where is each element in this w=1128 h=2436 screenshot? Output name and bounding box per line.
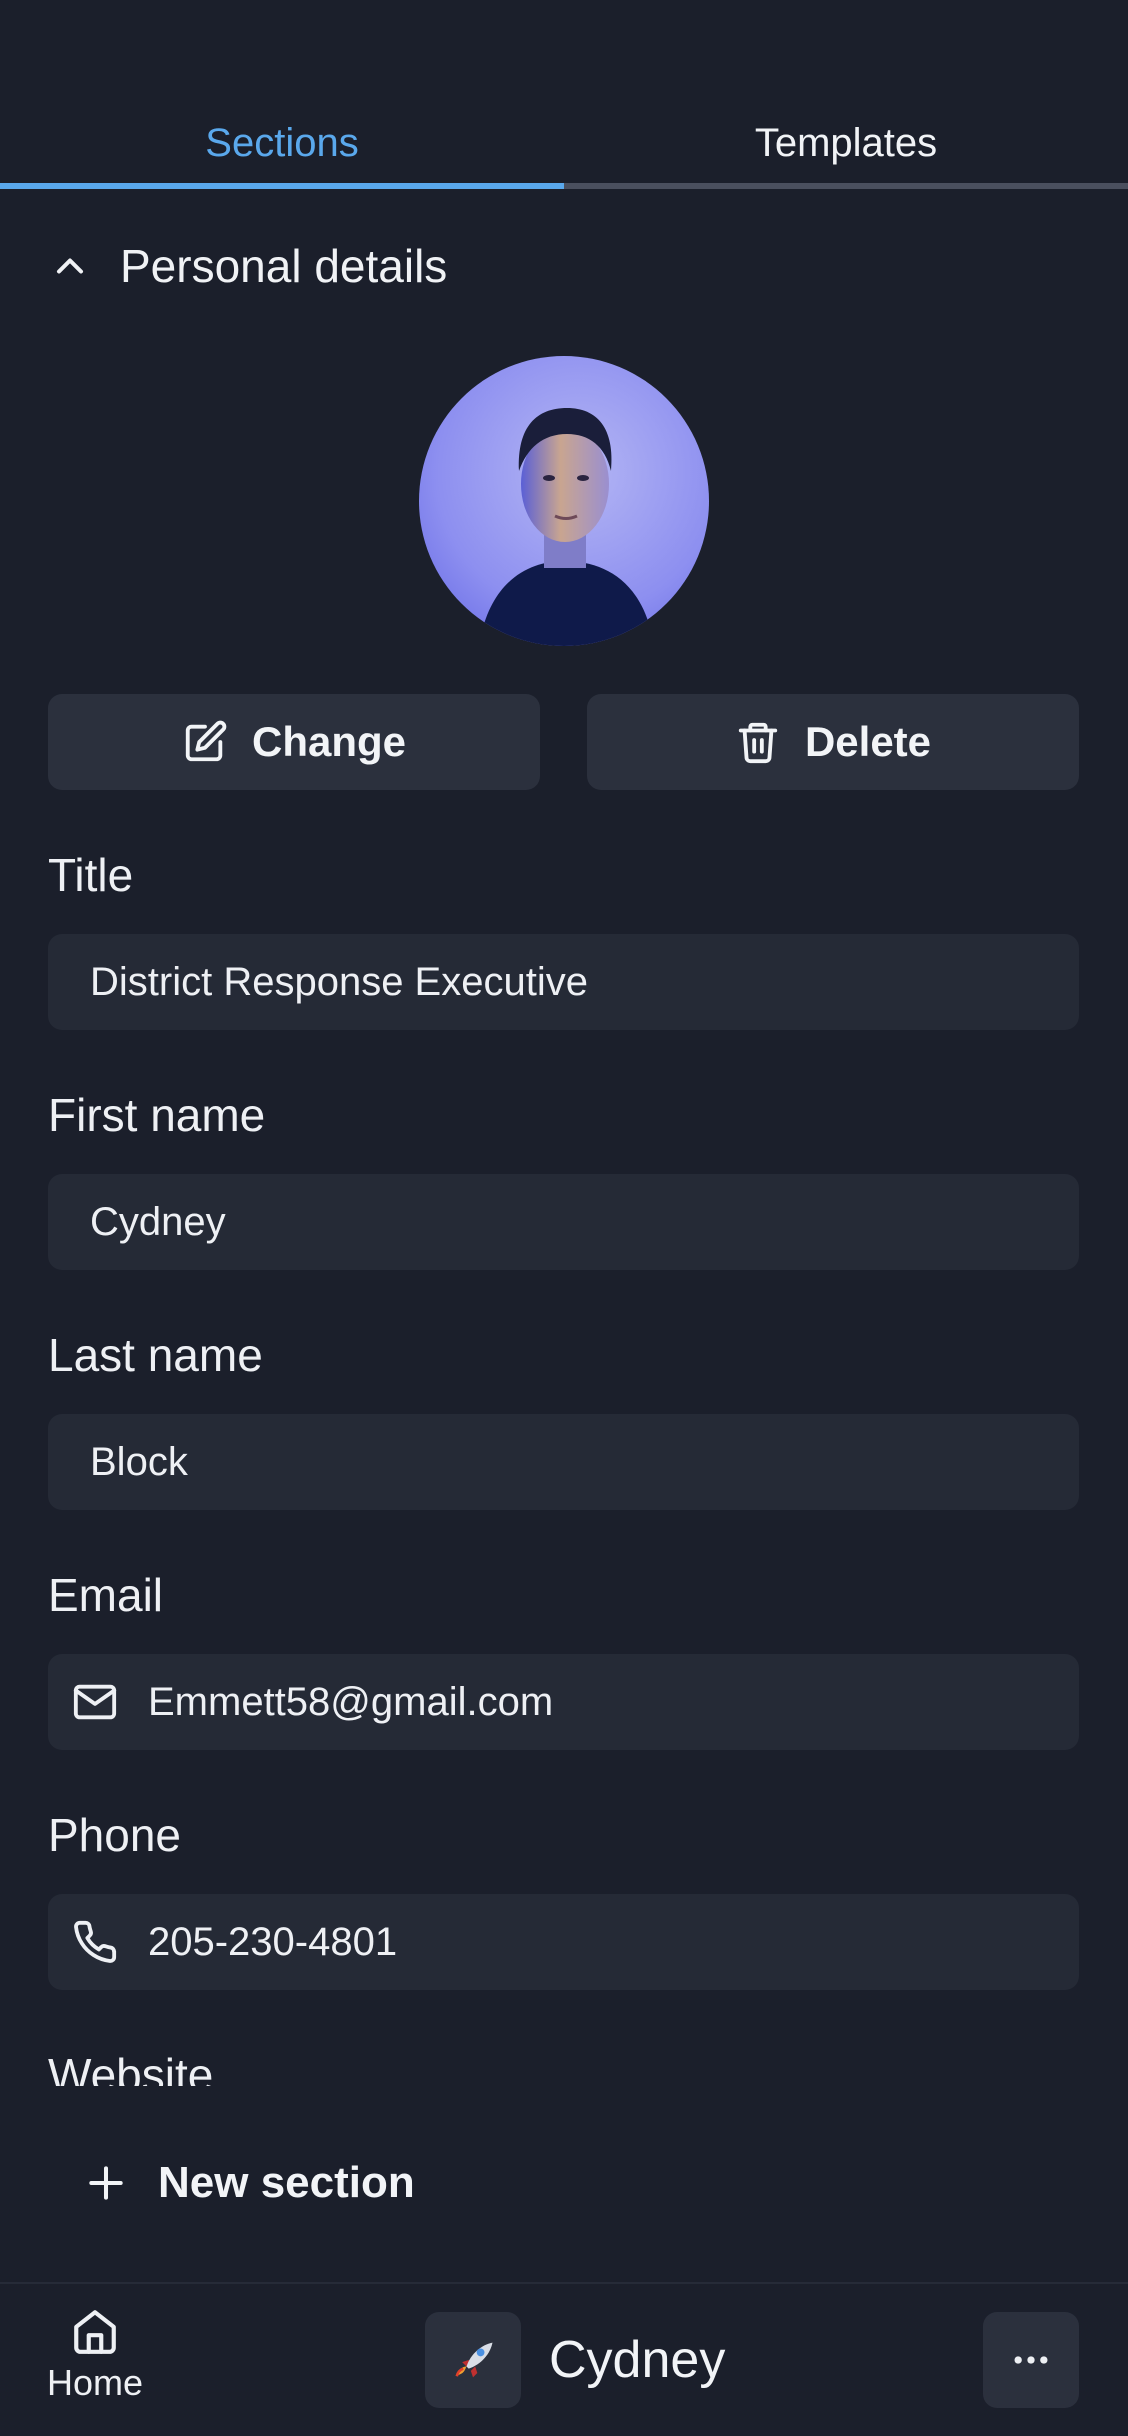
edit-icon — [185, 720, 227, 762]
delete-photo-button[interactable]: Delete — [587, 694, 1079, 790]
mail-icon — [73, 1684, 117, 1720]
avatar — [419, 356, 709, 646]
chevron-up-icon — [56, 258, 84, 274]
new-section-button[interactable]: New section — [84, 2148, 415, 2218]
tab-sections[interactable]: Sections — [0, 110, 564, 186]
website-label: Website — [48, 2049, 214, 2086]
last-name-field-wrapper — [48, 1414, 1079, 1510]
email-label: Email — [48, 1569, 164, 1621]
nav-home-label: Home — [46, 2362, 144, 2403]
tab-bar: Sections Templates — [0, 110, 1128, 190]
home-icon — [74, 2310, 116, 2354]
last-name-label: Last name — [48, 1329, 263, 1381]
more-button[interactable] — [983, 2312, 1079, 2408]
profile-photo — [419, 356, 709, 646]
first-name-input[interactable] — [90, 1199, 1079, 1245]
title-field-wrapper — [48, 934, 1079, 1030]
tab-divider — [564, 183, 1128, 189]
scroll-clip: Website — [0, 2040, 1128, 2086]
phone-icon — [74, 1920, 117, 1963]
first-name-field-wrapper — [48, 1174, 1079, 1270]
trash-icon — [738, 722, 778, 764]
phone-label: Phone — [48, 1809, 182, 1861]
nav-home[interactable]: Home — [40, 2306, 150, 2404]
last-name-input[interactable] — [90, 1439, 1079, 1485]
profile-switcher[interactable]: Cydney — [425, 2312, 725, 2408]
profile-name: Cydney — [549, 2331, 726, 2389]
plus-icon — [89, 2166, 123, 2200]
change-label: Change — [251, 718, 406, 765]
section-toggle-personal-details[interactable]: Personal details — [48, 228, 447, 304]
email-input[interactable] — [148, 1679, 1079, 1725]
first-name-label: First name — [48, 1089, 266, 1141]
title-label: Title — [48, 849, 134, 901]
tab-active-indicator — [0, 183, 564, 189]
section-title: Personal details — [120, 240, 448, 292]
bottom-nav-divider — [0, 2282, 1128, 2284]
more-horizontal-icon — [1014, 2356, 1048, 2364]
phone-field-wrapper — [48, 1894, 1079, 1990]
delete-label: Delete — [804, 718, 932, 765]
tab-templates[interactable]: Templates — [564, 110, 1128, 186]
email-field-wrapper — [48, 1654, 1079, 1750]
new-section-label: New section — [158, 2158, 415, 2207]
title-input[interactable] — [90, 959, 1079, 1005]
profile-icon-box — [425, 2312, 521, 2408]
phone-input[interactable] — [148, 1919, 1079, 1965]
change-photo-button[interactable]: Change — [48, 694, 540, 790]
rocket-icon — [455, 2342, 493, 2378]
